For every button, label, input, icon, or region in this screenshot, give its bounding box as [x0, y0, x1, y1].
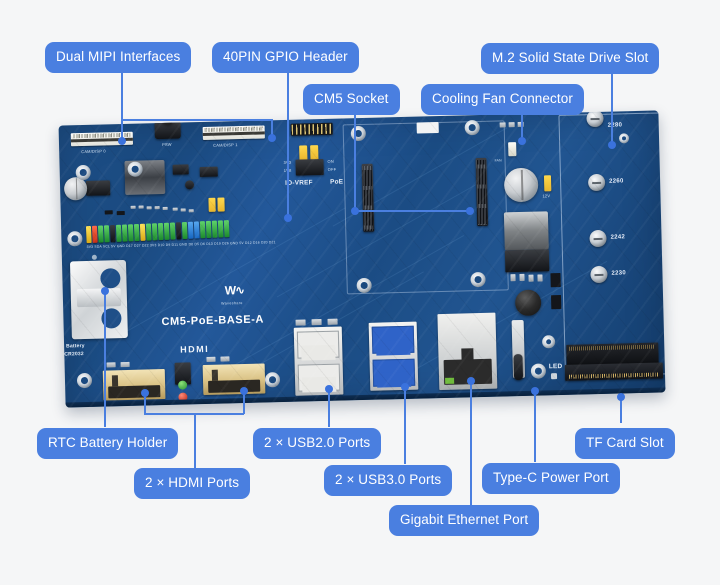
callout-m2-ssd-slot[interactable]: M.2 Solid State Drive Slot — [481, 43, 660, 74]
m2-2242-silk: 2242 — [610, 234, 626, 241]
leader-ethernet — [470, 380, 472, 506]
waveshare-wordmark: Waveshare — [221, 301, 243, 306]
leader-cm5-dot-right — [466, 207, 474, 215]
tf-card-slot — [564, 362, 664, 381]
psw-silk: PSW — [161, 141, 172, 148]
leader-cm5-stem — [354, 110, 356, 211]
diagram-canvas: CAM/DISP 0 CAM/DISP 1 PSW 3V3 SDA SCL 5V… — [0, 0, 720, 585]
leader-typec-dot — [531, 387, 539, 395]
usb2-ports — [293, 326, 344, 396]
battery-type-silk: CR2032 — [64, 351, 84, 358]
callout-usb3-ports[interactable]: 2 × USB3.0 Ports — [324, 465, 453, 496]
soic-chip — [85, 180, 111, 196]
leader-hdmi-dot-right — [240, 387, 248, 395]
battery-silk: Battery — [66, 343, 85, 350]
io-vref-jumper — [299, 145, 308, 161]
leader-ethernet-dot — [467, 377, 475, 385]
callout-rtc-battery-holder[interactable]: RTC Battery Holder — [37, 428, 179, 459]
leader-battery — [104, 290, 106, 427]
hdmi-port-2 — [202, 363, 266, 396]
mounting-hole-bl — [76, 372, 93, 389]
callout-usb2-ports[interactable]: 2 × USB2.0 Ports — [253, 428, 382, 459]
leader-hdmi-stem — [194, 413, 196, 470]
mounting-hole-tl — [75, 164, 91, 181]
mounting-hole-bl2 — [264, 372, 281, 388]
callout-40pin-gpio-header[interactable]: 40PIN GPIO Header — [212, 42, 359, 73]
callout-tf-card-slot[interactable]: TF Card Slot — [575, 428, 675, 459]
poe-transformer — [503, 211, 549, 251]
film-capacitor — [514, 289, 542, 317]
leader-usb3 — [404, 386, 406, 464]
leader-mipi-dot-right — [268, 134, 276, 142]
leader-tf-dot — [617, 393, 625, 401]
callout-cooling-fan-connector[interactable]: Cooling Fan Connector — [421, 84, 584, 115]
cam-disp-1-silk: CAM/DISP 1 — [213, 142, 238, 148]
leader-battery-dot — [101, 287, 109, 295]
usb3-ports — [368, 321, 419, 391]
product-name-silk: CM5-PoE-BASE-A — [161, 313, 265, 329]
leader-fan-dot — [518, 137, 526, 145]
leader-gpio — [287, 66, 289, 218]
cm5-poe-base-a-board: CAM/DISP 0 CAM/DISP 1 PSW 3V3 SDA SCL 5V… — [58, 110, 666, 408]
leader-gpio-dot — [284, 214, 292, 222]
io-vref-silk: IO-VREF — [284, 179, 313, 187]
gpio-40pin-header — [85, 220, 230, 244]
type-c-shell — [513, 353, 524, 381]
m2-2260-silk: 2260 — [609, 178, 624, 185]
electrolytic-cap-left — [63, 176, 88, 201]
leader-usb2 — [328, 388, 330, 427]
12v-jumper — [543, 175, 552, 192]
hdmi-port-1 — [102, 369, 166, 401]
status-led-green — [178, 380, 188, 390]
poe-silk: PoE — [329, 178, 344, 186]
leader-mipi-stem — [121, 66, 123, 120]
leader-m2-dot — [608, 141, 616, 149]
cam-disp-1-connector — [202, 125, 265, 140]
leader-fan — [521, 110, 523, 140]
waveshare-logo: W∿ — [224, 282, 245, 298]
leader-hdmi-dot-left — [141, 389, 149, 397]
callout-gigabit-ethernet-port[interactable]: Gigabit Ethernet Port — [389, 505, 540, 536]
callout-hdmi-ports[interactable]: 2 × HDMI Ports — [134, 468, 251, 499]
leader-m2 — [611, 70, 613, 144]
io-vref-poe-header — [290, 122, 333, 136]
m2-module-outline — [558, 112, 666, 377]
poe-jumper — [310, 145, 319, 161]
cm5-socket-connector-right — [475, 157, 489, 227]
rtc-battery-holder — [69, 259, 128, 340]
mounting-hole-l2 — [67, 231, 83, 247]
led-silk: LED — [548, 362, 563, 371]
callout-type-c-power-port[interactable]: Type-C Power Port — [482, 463, 620, 494]
electrolytic-cap-main — [503, 167, 539, 203]
poe-off-silk: OFF — [327, 166, 337, 172]
leader-cm5-dot-left — [351, 207, 359, 215]
cam-disp-0-silk: CAM/DISP 0 — [81, 148, 106, 155]
callout-cm5-socket[interactable]: CM5 Socket — [303, 84, 400, 115]
leader-cm5-bracket — [354, 210, 470, 212]
cm5-socket-connector-left — [361, 163, 375, 232]
m2-2280-silk: 2280 — [607, 122, 623, 129]
m2-2230-silk: 2230 — [611, 270, 627, 277]
leader-mipi-dot-left — [118, 137, 126, 145]
mounting-hole-br — [530, 363, 547, 379]
leader-usb3-dot — [401, 383, 409, 391]
cooling-fan-connector — [508, 142, 517, 157]
leader-mipi-bracket — [121, 119, 273, 121]
leader-typec — [534, 390, 536, 462]
leader-usb2-dot — [325, 385, 333, 393]
hdmi-silk: HDMI — [180, 343, 210, 355]
12v-silk: 12V — [542, 193, 551, 199]
poe-on-silk: ON — [327, 158, 334, 164]
callout-dual-mipi-interfaces[interactable]: Dual MIPI Interfaces — [45, 42, 192, 73]
